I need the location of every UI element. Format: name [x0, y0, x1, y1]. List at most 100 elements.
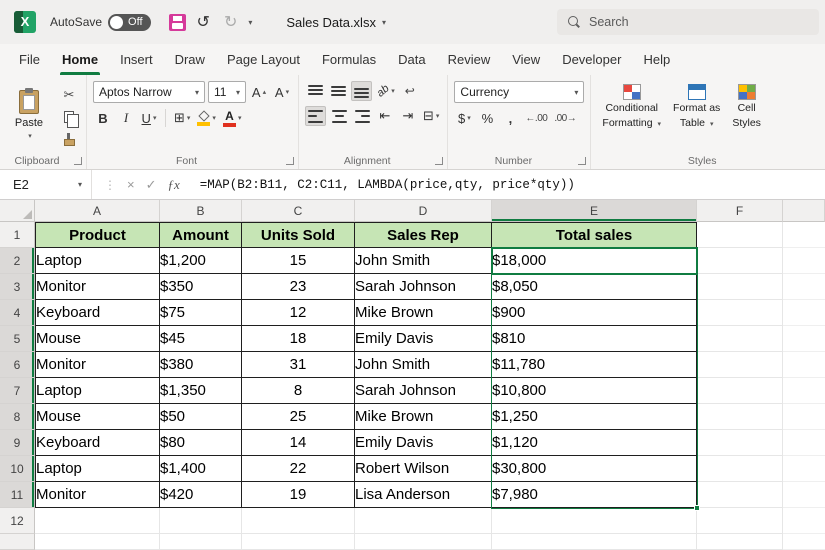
autosave-toggle[interactable]: Off — [108, 14, 150, 31]
decrease-indent-button[interactable]: ⇤ — [375, 106, 395, 126]
cell[interactable]: $50 — [160, 404, 242, 430]
row-header[interactable]: 3 — [0, 274, 35, 300]
cell[interactable]: $7,980 — [492, 482, 697, 508]
cell[interactable] — [783, 482, 825, 508]
cell[interactable] — [697, 430, 783, 456]
cell[interactable]: 8 — [242, 378, 355, 404]
undo-icon[interactable]: ↺ — [194, 12, 213, 32]
cell[interactable] — [783, 404, 825, 430]
cell[interactable] — [242, 534, 355, 550]
cell[interactable]: $1,400 — [160, 456, 242, 482]
merge-center-button[interactable]: ⊟▾ — [421, 106, 441, 126]
cell[interactable] — [697, 352, 783, 378]
cell[interactable]: John Smith — [355, 352, 492, 378]
increase-font-size-button[interactable]: A▴ — [249, 82, 269, 102]
cell[interactable]: $80 — [160, 430, 242, 456]
cell[interactable]: Laptop — [35, 378, 160, 404]
increase-decimal-button[interactable]: ←.00 — [523, 108, 549, 128]
insert-function-icon[interactable]: ƒx — [168, 177, 180, 193]
column-header-e[interactable]: E — [492, 200, 697, 222]
cell[interactable]: Laptop — [35, 248, 160, 274]
cell[interactable]: $18,000 — [492, 248, 697, 274]
format-painter-button[interactable] — [58, 130, 80, 148]
cell[interactable] — [242, 508, 355, 534]
cell[interactable]: $75 — [160, 300, 242, 326]
dialog-launcher-icon[interactable] — [74, 157, 82, 165]
cell[interactable]: Sarah Johnson — [355, 378, 492, 404]
tab-home[interactable]: Home — [51, 44, 109, 75]
decrease-font-size-button[interactable]: A▾ — [272, 82, 292, 102]
fill-handle[interactable] — [694, 505, 700, 511]
tab-draw[interactable]: Draw — [164, 44, 216, 75]
quick-access-chevron-icon[interactable]: ▾ — [248, 18, 252, 27]
row-header[interactable]: 11 — [0, 482, 35, 508]
cell[interactable] — [697, 326, 783, 352]
cell[interactable]: Monitor — [35, 482, 160, 508]
cell[interactable] — [783, 352, 825, 378]
tab-formulas[interactable]: Formulas — [311, 44, 387, 75]
cell[interactable] — [783, 378, 825, 404]
number-format-select[interactable]: Currency ▾ — [454, 81, 584, 103]
cell[interactable] — [35, 534, 160, 550]
cell[interactable] — [355, 534, 492, 550]
paste-button[interactable]: Paste ▾ — [6, 81, 52, 149]
cell[interactable]: 19 — [242, 482, 355, 508]
font-color-button[interactable]: A▾ — [221, 108, 244, 128]
tab-review[interactable]: Review — [437, 44, 502, 75]
cell[interactable] — [355, 508, 492, 534]
cell[interactable]: $10,800 — [492, 378, 697, 404]
cell[interactable]: Sales Rep — [355, 222, 492, 248]
cell-styles-button[interactable]: Cell Styles — [727, 81, 766, 132]
enter-icon[interactable]: ✓ — [146, 177, 157, 193]
row-header[interactable]: 1 — [0, 222, 35, 248]
cell[interactable] — [783, 326, 825, 352]
row-header[interactable]: 6 — [0, 352, 35, 378]
cell[interactable]: Mouse — [35, 404, 160, 430]
cell[interactable]: 18 — [242, 326, 355, 352]
cancel-icon[interactable]: × — [127, 177, 135, 192]
cell[interactable]: Emily Davis — [355, 326, 492, 352]
row-header[interactable] — [0, 534, 35, 550]
align-left-button[interactable] — [305, 106, 326, 126]
tab-insert[interactable]: Insert — [109, 44, 164, 75]
row-header[interactable]: 8 — [0, 404, 35, 430]
cell[interactable] — [783, 456, 825, 482]
cell[interactable] — [697, 534, 783, 550]
cell[interactable]: Robert Wilson — [355, 456, 492, 482]
bold-button[interactable]: B — [93, 108, 113, 128]
cell[interactable]: $420 — [160, 482, 242, 508]
cell[interactable]: 15 — [242, 248, 355, 274]
cell[interactable]: $1,350 — [160, 378, 242, 404]
dialog-launcher-icon[interactable] — [578, 157, 586, 165]
comma-style-button[interactable]: , — [500, 108, 520, 128]
conditional-formatting-button[interactable]: Conditional Formatting ▾ — [597, 81, 666, 132]
cell[interactable]: $45 — [160, 326, 242, 352]
cell[interactable]: $8,050 — [492, 274, 697, 300]
cell[interactable]: 25 — [242, 404, 355, 430]
cell[interactable] — [783, 222, 825, 248]
cell[interactable]: Sarah Johnson — [355, 274, 492, 300]
orientation-button[interactable]: ab▾ — [375, 81, 397, 101]
decrease-decimal-button[interactable]: .00→ — [552, 108, 578, 128]
cell[interactable]: $380 — [160, 352, 242, 378]
name-box[interactable]: E2 ▾ — [0, 170, 92, 199]
cell[interactable]: 14 — [242, 430, 355, 456]
column-header-d[interactable]: D — [355, 200, 492, 222]
cell[interactable] — [697, 222, 783, 248]
cell[interactable]: Monitor — [35, 274, 160, 300]
redo-icon[interactable]: ↻ — [221, 12, 240, 32]
underline-button[interactable]: U▾ — [139, 108, 159, 128]
cell[interactable] — [697, 482, 783, 508]
cell[interactable]: Mike Brown — [355, 300, 492, 326]
cell[interactable] — [35, 508, 160, 534]
cell[interactable]: $30,800 — [492, 456, 697, 482]
dialog-launcher-icon[interactable] — [286, 157, 294, 165]
row-header[interactable]: 9 — [0, 430, 35, 456]
cell[interactable]: Amount — [160, 222, 242, 248]
cell[interactable]: Lisa Anderson — [355, 482, 492, 508]
column-header-c[interactable]: C — [242, 200, 355, 222]
tab-help[interactable]: Help — [632, 44, 681, 75]
percent-style-button[interactable]: % — [477, 108, 497, 128]
cell[interactable] — [697, 508, 783, 534]
cell[interactable]: John Smith — [355, 248, 492, 274]
